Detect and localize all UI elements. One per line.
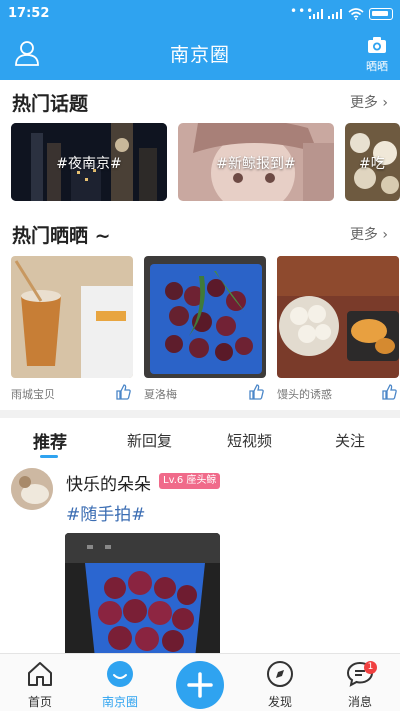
share-card[interactable]: 夏洛梅 [144, 256, 266, 402]
nav-messages[interactable]: 消息 [330, 658, 390, 711]
create-post-button[interactable] [176, 661, 224, 709]
post-image[interactable] [65, 533, 220, 658]
hot-topics-header: 热门话题 更多 › [0, 89, 400, 119]
thumbs-up-icon[interactable] [115, 384, 131, 400]
hot-topics-more-link[interactable]: 更多 › [350, 92, 388, 112]
home-icon [28, 662, 52, 686]
share-caption: 雨城宝贝 [11, 388, 55, 401]
thumbs-up-icon[interactable] [381, 384, 397, 400]
share-image [277, 256, 399, 378]
share-image [144, 256, 266, 378]
post-topic-tag[interactable]: #随手拍# [66, 500, 146, 525]
nav-home[interactable]: 首页 [10, 658, 70, 711]
compass-icon [267, 661, 293, 687]
section-divider [0, 410, 400, 418]
status-bar: 17:52 ••• [0, 0, 400, 28]
top-app-bar: 17:52 ••• 南京圈 晒晒 [0, 0, 400, 80]
signal-icon [309, 9, 323, 19]
level-badge: Lv.6 座头鲸 [159, 473, 221, 489]
share-caption: 夏洛梅 [144, 388, 177, 401]
share-card[interactable]: 馒头的诱惑 [277, 256, 399, 402]
battery-icon [369, 8, 393, 20]
tab-new-replies[interactable]: 新回复 [127, 430, 172, 451]
share-image [11, 256, 133, 378]
signal-icon-2 [328, 9, 342, 19]
nav-nanjing-circle-label: 南京圈 [101, 695, 138, 709]
camera-icon [368, 37, 386, 53]
hot-shares-header: 热门晒晒 ~ 更多 › [0, 221, 400, 251]
message-count-badge: 1 [364, 661, 377, 674]
thumbs-up-icon[interactable] [248, 384, 264, 400]
nav-messages-label: 消息 [347, 695, 372, 709]
nav-discover[interactable]: 发现 [250, 658, 310, 711]
share-photo-button[interactable]: 晒晒 [360, 36, 394, 74]
chevron-right-icon: › [382, 95, 388, 111]
topic-tag: #吃 [359, 156, 385, 172]
hot-shares-more-link[interactable]: 更多 › [350, 224, 388, 244]
tab-recommended[interactable]: 推荐 [33, 428, 67, 453]
tab-following[interactable]: 关注 [335, 430, 365, 451]
wifi-icon [348, 8, 364, 20]
topic-card[interactable]: #吃 [345, 123, 400, 201]
post-username[interactable]: 快乐的朵朵 [66, 470, 151, 495]
chevron-right-icon: › [382, 227, 388, 243]
tab-short-video[interactable]: 短视频 [227, 430, 272, 451]
nav-nanjing-circle[interactable]: 南京圈 [90, 658, 150, 711]
feed-tabs: 推荐 新回复 短视频 关注 [0, 420, 400, 460]
topic-tag: #新鲸报到# [216, 156, 296, 172]
hot-topics-title: 热门话题 [12, 93, 89, 115]
topic-card[interactable]: #新鲸报到# [178, 123, 334, 201]
topic-tag: #夜南京# [56, 156, 122, 172]
hot-shares-title: 热门晒晒 ~ [12, 225, 111, 247]
share-caption: 馒头的诱惑 [277, 388, 332, 401]
active-tab-indicator [40, 455, 58, 458]
share-card[interactable]: 雨城宝贝 [11, 256, 133, 402]
circle-face-icon [107, 661, 133, 687]
nav-discover-label: 发现 [267, 695, 292, 709]
plus-icon [187, 672, 213, 698]
share-photo-label: 晒晒 [366, 60, 388, 73]
avatar[interactable] [11, 468, 53, 510]
topic-card[interactable]: #夜南京# [11, 123, 167, 201]
page-title: 南京圈 [169, 44, 230, 66]
status-time: 17:52 [8, 6, 50, 21]
nav-home-label: 首页 [27, 695, 52, 709]
